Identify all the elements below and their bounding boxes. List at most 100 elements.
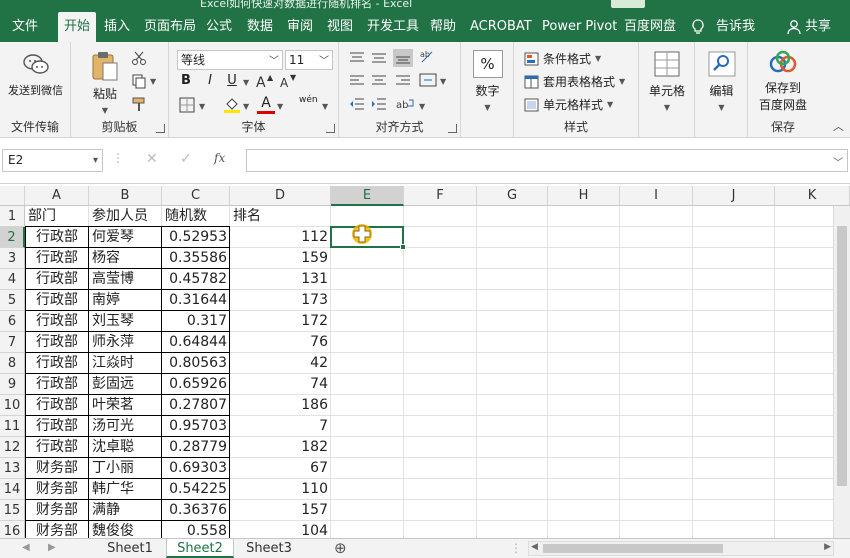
- column-header-a[interactable]: A: [25, 186, 89, 206]
- tab-file[interactable]: 文件: [12, 12, 38, 42]
- fill-color-dropdown-icon[interactable]: ▼: [243, 102, 249, 111]
- wrap-dropdown-icon[interactable]: ▼: [419, 102, 425, 111]
- insert-function-button[interactable]: fx: [214, 151, 225, 165]
- merge-center-icon[interactable]: [419, 72, 437, 88]
- tab-view[interactable]: 视图: [327, 12, 353, 42]
- add-sheet-icon[interactable]: ⊕: [334, 539, 347, 557]
- paste-dropdown-icon[interactable]: ▼: [102, 106, 108, 115]
- column-header-d[interactable]: D: [230, 186, 331, 206]
- column-header-g[interactable]: G: [477, 186, 548, 206]
- horizontal-scrollbar[interactable]: ◀ ▶: [528, 541, 834, 556]
- tab-acrobat[interactable]: ACROBAT: [470, 12, 532, 42]
- format-painter-icon[interactable]: [131, 96, 149, 112]
- cell-rank[interactable]: 110: [230, 479, 331, 500]
- font-size-combo[interactable]: 11 ﹀: [285, 50, 333, 70]
- align-left-icon[interactable]: [349, 74, 365, 88]
- tab-insert[interactable]: 插入: [104, 12, 130, 42]
- row-header[interactable]: 3: [0, 248, 25, 269]
- cell-rank[interactable]: 186: [230, 395, 331, 416]
- row-header[interactable]: 6: [0, 311, 25, 332]
- number-dropdown-icon[interactable]: ▼: [484, 103, 490, 112]
- cells-button[interactable]: 单元格 ▼: [643, 50, 691, 113]
- formula-input[interactable]: ﹀: [246, 149, 848, 172]
- cell-rank[interactable]: 76: [230, 332, 331, 353]
- row-header[interactable]: 8: [0, 353, 25, 374]
- row-header[interactable]: 5: [0, 290, 25, 311]
- italic-button[interactable]: I: [201, 72, 219, 90]
- bold-button[interactable]: B: [177, 72, 195, 90]
- chevron-down-icon[interactable]: ﹀: [269, 53, 279, 71]
- number-format-button[interactable]: % 数字 ▼: [466, 50, 509, 113]
- row-header[interactable]: 16: [0, 521, 25, 538]
- scroll-sheets-left-icon[interactable]: ◀: [22, 542, 30, 553]
- copy-dropdown-icon[interactable]: ▼: [150, 77, 156, 86]
- column-header-k[interactable]: K: [775, 186, 850, 206]
- tell-me-search[interactable]: 告诉我: [716, 12, 755, 42]
- align-center-icon[interactable]: [371, 74, 387, 88]
- cell-styles-button[interactable]: 单元格样式 ▼: [524, 96, 613, 113]
- header-dept[interactable]: 部门: [25, 206, 89, 227]
- title-button[interactable]: [611, 0, 645, 8]
- font-color-dropdown-icon[interactable]: ▼: [277, 102, 283, 111]
- tab-power-pivot[interactable]: Power Pivot: [542, 12, 617, 42]
- merge-dropdown-icon[interactable]: ▼: [440, 77, 446, 86]
- decrease-indent-icon[interactable]: [349, 97, 365, 111]
- align-bottom-icon[interactable]: [393, 49, 413, 67]
- cell-rank[interactable]: 74: [230, 374, 331, 395]
- borders-dropdown-icon[interactable]: ▼: [199, 102, 205, 111]
- cell-rank[interactable]: 159: [230, 248, 331, 269]
- increase-indent-icon[interactable]: [371, 97, 387, 111]
- column-header-j[interactable]: J: [693, 186, 775, 206]
- phonetic-dropdown-icon[interactable]: ▼: [322, 102, 328, 111]
- tab-developer[interactable]: 开发工具: [367, 12, 419, 42]
- column-header-b[interactable]: B: [89, 186, 162, 206]
- column-header-h[interactable]: H: [548, 186, 620, 206]
- scroll-left-icon[interactable]: ◀: [531, 542, 538, 552]
- vertical-scrollbar[interactable]: [833, 206, 850, 538]
- column-header-c[interactable]: C: [162, 186, 230, 206]
- cell-rank[interactable]: 42: [230, 353, 331, 374]
- header-random[interactable]: 随机数: [162, 206, 230, 227]
- sheet-tab-sheet1[interactable]: Sheet1: [98, 539, 162, 558]
- orientation-icon[interactable]: ab: [419, 48, 435, 66]
- cut-icon[interactable]: [131, 50, 147, 66]
- row-header[interactable]: 11: [0, 416, 25, 437]
- row-header[interactable]: 15: [0, 500, 25, 521]
- fill-handle[interactable]: [400, 244, 406, 250]
- editing-button[interactable]: 编辑 ▼: [699, 50, 744, 113]
- cell-rank[interactable]: 112: [230, 227, 331, 248]
- cell-rank[interactable]: 172: [230, 311, 331, 332]
- cell-rank[interactable]: 67: [230, 458, 331, 479]
- row-header[interactable]: 13: [0, 458, 25, 479]
- horizontal-scroll-thumb[interactable]: [543, 544, 723, 553]
- cell-rank[interactable]: 173: [230, 290, 331, 311]
- worksheet-grid[interactable]: A B C D E F G H I J K 1 2 3 4 5 6 7 8 9 10 11 12 13 14 15 16 部门 参加人员…: [0, 186, 850, 538]
- cell-rank[interactable]: 7: [230, 416, 331, 437]
- scroll-sheets-right-icon[interactable]: ▶: [48, 542, 56, 553]
- format-as-table-button[interactable]: 套用表格格式 ▼: [524, 73, 625, 90]
- cell-rank[interactable]: 131: [230, 269, 331, 290]
- tab-home[interactable]: 开始: [58, 12, 97, 42]
- tab-data[interactable]: 数据: [247, 12, 273, 42]
- cell-rank[interactable]: 182: [230, 437, 331, 458]
- column-header-f[interactable]: F: [404, 186, 477, 206]
- select-all-corner[interactable]: [0, 186, 25, 206]
- align-top-icon[interactable]: [349, 51, 365, 65]
- row-header[interactable]: 9: [0, 374, 25, 395]
- row-header[interactable]: 14: [0, 479, 25, 500]
- send-to-wechat-button[interactable]: 发送到微信: [2, 52, 69, 98]
- row-header[interactable]: 12: [0, 437, 25, 458]
- tab-review[interactable]: 审阅: [287, 12, 313, 42]
- expand-formula-icon[interactable]: ﹀: [833, 154, 843, 169]
- cells-dropdown-icon[interactable]: ▼: [664, 103, 670, 112]
- copy-icon[interactable]: [131, 73, 147, 89]
- column-header-i[interactable]: I: [620, 186, 693, 206]
- clipboard-launcher-icon[interactable]: [156, 124, 165, 133]
- fill-color-icon[interactable]: [223, 95, 241, 113]
- tab-formulas[interactable]: 公式: [206, 12, 232, 42]
- row-header[interactable]: 2: [0, 227, 25, 248]
- cell-rank[interactable]: 104: [230, 521, 331, 538]
- row-header[interactable]: 10: [0, 395, 25, 416]
- sheet-tab-sheet2[interactable]: Sheet2: [166, 539, 234, 558]
- row-header[interactable]: 7: [0, 332, 25, 353]
